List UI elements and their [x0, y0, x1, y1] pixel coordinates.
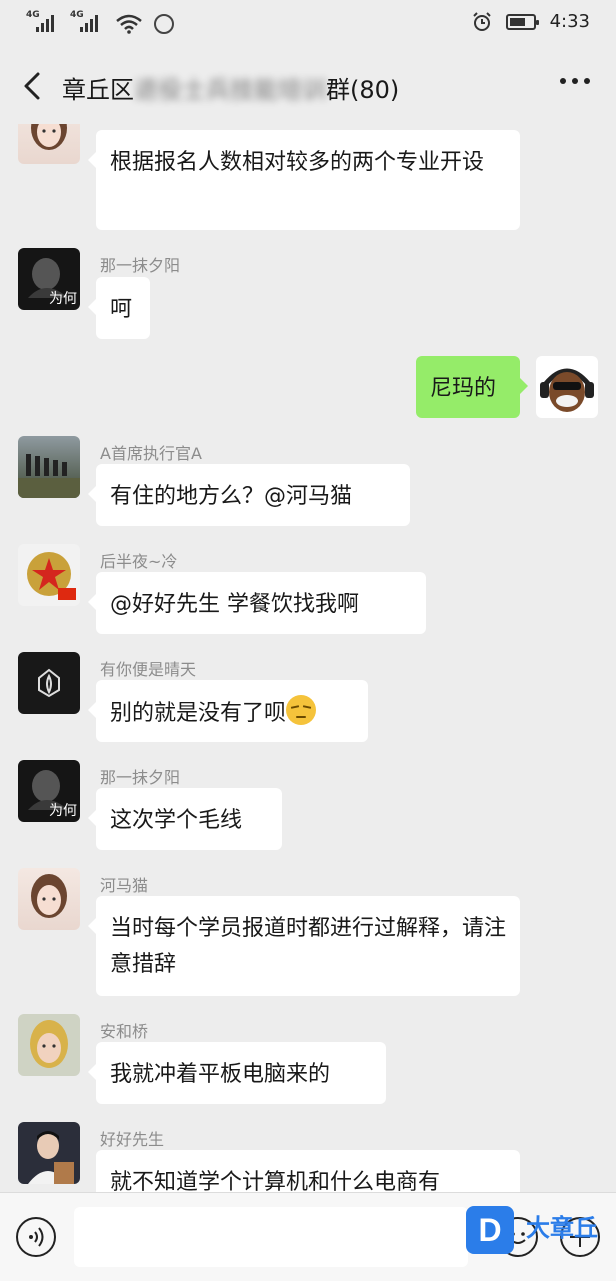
back-arrow-icon[interactable]	[14, 66, 54, 106]
message-bubble[interactable]: 根据报名人数相对较多的两个专业开设	[88, 130, 520, 230]
sender-name: 安和桥	[100, 1022, 149, 1041]
girl-avatar-icon[interactable]	[18, 868, 80, 930]
message-text-input[interactable]	[74, 1207, 468, 1267]
sender-name: 那一抹夕阳	[100, 256, 181, 275]
gorilla-headphones-avatar-icon[interactable]	[536, 356, 598, 418]
sender-name: 后半夜~冷	[100, 552, 178, 571]
chat-header: 章丘区退役士兵技能培训群(80)	[0, 48, 616, 124]
more-options-icon[interactable]	[560, 78, 590, 84]
sender-name: 那一抹夕阳	[100, 768, 181, 787]
soldiers-avatar-icon[interactable]	[18, 436, 80, 498]
chat-title-blurred: 退役士兵技能培训	[134, 76, 326, 104]
message-bubble[interactable]: 我就冲着平板电脑来的	[88, 1042, 386, 1104]
sender-name: 好好先生	[100, 1130, 165, 1149]
chat-title-prefix: 章丘区	[62, 76, 134, 104]
army-emblem-avatar-icon[interactable]	[18, 544, 80, 606]
message-bubble[interactable]: 别的就是没有了呗	[88, 680, 368, 742]
young-man-avatar-icon[interactable]	[18, 1122, 80, 1184]
avatar-caption: 为何	[49, 803, 77, 819]
message-bubble[interactable]: 呵	[88, 277, 150, 339]
site-watermark: D 大章丘	[466, 1206, 616, 1256]
chat-title-suffix: 群(80)	[326, 76, 400, 104]
chat-message-list[interactable]: 根据报名人数相对较多的两个专业开设 为何 那一抹夕阳 呵 尼玛的 A首席执行官A…	[0, 0, 616, 1192]
unamused-emoji-icon	[286, 695, 317, 725]
sender-name: A首席执行官A	[100, 444, 202, 463]
voice-input-button[interactable]	[16, 1217, 56, 1257]
message-text: 别的就是没有了呗	[110, 701, 287, 726]
dark-portrait-avatar-icon[interactable]: 为何	[18, 760, 80, 822]
message-bubble[interactable]: 这次学个毛线	[88, 788, 282, 850]
message-bubble[interactable]: 就不知道学个计算机和什么电商有	[96, 1150, 520, 1192]
message-bubble[interactable]: @好好先生 学餐饮找我啊	[88, 572, 426, 634]
watermark-logo-icon: D	[466, 1206, 514, 1254]
dark-portrait-avatar-icon[interactable]: 为何	[18, 248, 80, 310]
message-bubble[interactable]: 有住的地方么？@河马猫	[88, 464, 410, 526]
message-bubble-self[interactable]: 尼玛的	[416, 356, 528, 418]
chat-title: 章丘区退役士兵技能培训群(80)	[62, 70, 399, 105]
message-bubble[interactable]: 当时每个学员报道时都进行过解释，请注意措辞	[88, 896, 520, 996]
avatar-caption: 为何	[49, 291, 77, 307]
sender-name: 河马猫	[100, 876, 149, 895]
lotus-logo-avatar-icon[interactable]	[18, 652, 80, 714]
sender-name: 有你便是晴天	[100, 660, 197, 679]
woman-photo-avatar-icon[interactable]	[18, 1014, 80, 1076]
watermark-text: 大章丘	[526, 1214, 598, 1242]
voice-wave-icon	[29, 1227, 44, 1247]
